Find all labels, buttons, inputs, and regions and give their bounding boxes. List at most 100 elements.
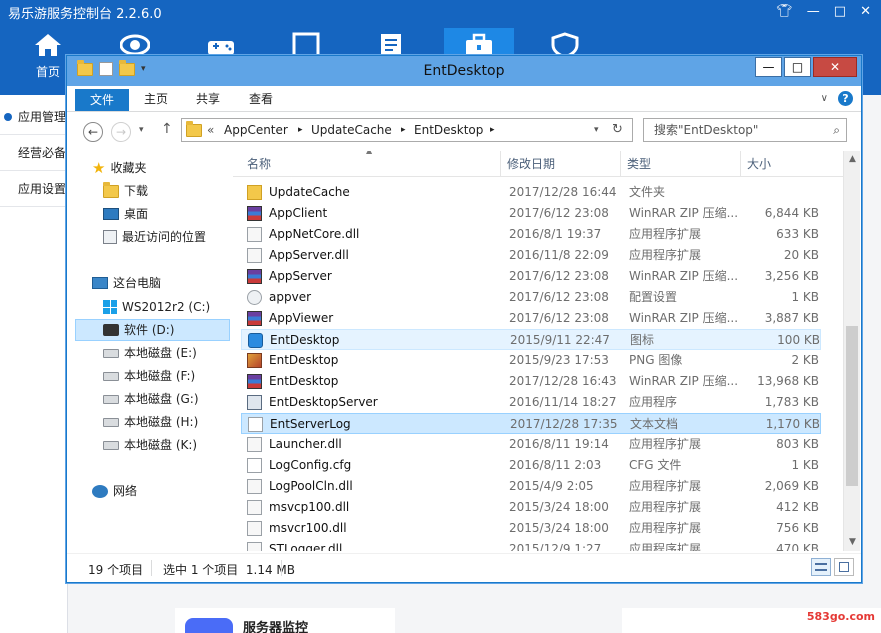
network-icon: [92, 484, 108, 498]
scroll-down-icon[interactable]: ▼: [844, 534, 861, 551]
file-date: 2017/6/12 23:08: [509, 311, 609, 325]
home-icon: [35, 34, 61, 56]
close-icon[interactable]: ✕: [860, 4, 871, 19]
nav-drive-e[interactable]: 本地磁盘 (E:): [103, 342, 197, 364]
file-row[interactable]: EntDesktop 2017/12/28 16:43 WinRAR ZIP 压缩.…: [241, 371, 821, 392]
dll-file-icon: [247, 227, 262, 242]
maximize-button[interactable]: □: [784, 57, 811, 77]
nav-label: 本地磁盘 (F:): [124, 369, 196, 383]
sidebar-item-app-settings[interactable]: 应用设置: [0, 171, 68, 207]
shirt-icon[interactable]: 👕︎: [776, 4, 793, 19]
arrow-up-icon: ↑: [161, 121, 173, 137]
file-row[interactable]: AppServer.dll 2016/11/8 22:09 应用程序扩展 20 KB: [241, 245, 821, 266]
nav-downloads[interactable]: 下载: [103, 180, 148, 202]
file-row[interactable]: appver 2017/6/12 23:08 配置设置 1 KB: [241, 287, 821, 308]
file-name: EntDesktop: [270, 333, 340, 347]
nav-recent[interactable]: 最近访问的位置: [103, 226, 206, 248]
tab-view[interactable]: 查看: [249, 88, 273, 110]
title-bar[interactable]: ▾ EntDesktop — □ ✕: [67, 56, 861, 86]
file-row[interactable]: AppViewer 2017/6/12 23:08 WinRAR ZIP 压缩...…: [241, 308, 821, 329]
nav-drive-h[interactable]: 本地磁盘 (H:): [103, 411, 198, 433]
column-type[interactable]: 类型: [621, 151, 741, 177]
chevron-right-icon[interactable]: ▸: [490, 125, 495, 135]
nav-drive-f[interactable]: 本地磁盘 (F:): [103, 365, 195, 387]
nav-label: 这台电脑: [113, 276, 162, 290]
nav-drive-k[interactable]: 本地磁盘 (K:): [103, 434, 197, 456]
file-row[interactable]: AppServer 2017/6/12 23:08 WinRAR ZIP 压缩...…: [241, 266, 821, 287]
file-name: msvcr100.dll: [269, 521, 347, 535]
column-label: 修改日期: [507, 157, 556, 171]
minimize-icon[interactable]: —: [807, 4, 820, 19]
file-row[interactable]: Launcher.dll 2016/8/11 19:14 应用程序扩展 803 KB: [241, 434, 821, 455]
chevron-down-icon[interactable]: ▾: [594, 125, 599, 135]
chevron-right-icon[interactable]: ▸: [401, 125, 406, 135]
breadcrumb-updatecache[interactable]: UpdateCache: [311, 123, 392, 137]
file-row[interactable]: STLogger.dll 2015/12/9 1:27 应用程序扩展 470 KB: [241, 539, 821, 551]
file-row[interactable]: UpdateCache 2017/12/28 16:44 文件夹: [241, 182, 821, 203]
scrollbar-thumb[interactable]: [846, 326, 858, 486]
search-input[interactable]: 搜索"EntDesktop" ⌕: [643, 118, 847, 142]
file-row[interactable]: EntDesktopServer 2016/11/14 18:27 应用程序 1,78…: [241, 392, 821, 413]
up-button[interactable]: ↑: [161, 121, 173, 137]
ribbon-right: ∨ ?: [821, 91, 853, 106]
file-row[interactable]: EntServerLog 2017/12/28 17:35 文本文档 1,170 KB: [241, 413, 821, 434]
tab-home[interactable]: 主页: [144, 88, 168, 110]
file-size: 3,256 KB: [764, 269, 819, 283]
recent-locations-icon[interactable]: ▾: [139, 125, 144, 135]
nav-label: 软件 (D:): [124, 323, 175, 337]
download-folder-icon: [103, 181, 119, 198]
address-bar[interactable]: « AppCenter ▸ UpdateCache ▸ EntDesktop ▸…: [181, 118, 633, 142]
large-icons-view-button[interactable]: [834, 558, 854, 576]
file-row[interactable]: LogConfig.cfg 2016/8/11 2:03 CFG 文件 1 KB: [241, 455, 821, 476]
file-row[interactable]: LogPoolCln.dll 2015/4/9 2:05 应用程序扩展 2,069 K…: [241, 476, 821, 497]
sort-ascending-icon: ▲: [366, 151, 372, 155]
minimize-button[interactable]: —: [755, 57, 782, 77]
breadcrumb-entdesktop[interactable]: EntDesktop: [414, 123, 483, 137]
recent-places-icon: [103, 230, 117, 244]
sidebar-item-business[interactable]: 经营必备: [0, 135, 68, 171]
breadcrumb-overflow[interactable]: «: [207, 123, 214, 137]
help-icon[interactable]: ?: [838, 91, 853, 106]
vertical-scrollbar[interactable]: ▲ ▼: [843, 151, 860, 551]
file-row[interactable]: AppClient 2017/6/12 23:08 WinRAR ZIP 压缩...…: [241, 203, 821, 224]
file-row[interactable]: EntDesktop 2015/9/11 22:47 图标 100 KB: [241, 329, 821, 350]
file-row[interactable]: AppNetCore.dll 2016/8/1 19:37 应用程序扩展 633 KB: [241, 224, 821, 245]
nav-favorites[interactable]: ★ 收藏夹: [92, 157, 146, 179]
dll-file-icon: [247, 248, 262, 263]
nav-drive-c[interactable]: WS2012r2 (C:): [103, 296, 210, 318]
nav-drive-d[interactable]: 软件 (D:): [75, 319, 230, 341]
nav-this-pc[interactable]: 这台电脑: [92, 272, 161, 294]
server-monitor-icon: [185, 618, 233, 633]
file-size: 470 KB: [776, 542, 819, 551]
nav-network[interactable]: 网络: [92, 480, 137, 502]
file-date: 2015/9/11 22:47: [510, 333, 610, 347]
file-date: 2015/9/23 17:53: [509, 353, 609, 367]
nav-desktop[interactable]: 桌面: [103, 203, 148, 225]
close-icon: ✕: [829, 60, 841, 74]
file-type: 文件夹: [629, 185, 666, 199]
file-row[interactable]: msvcr100.dll 2015/3/24 18:00 应用程序扩展 756 KB: [241, 518, 821, 539]
column-date[interactable]: 修改日期: [501, 151, 621, 177]
details-view-button[interactable]: [811, 558, 831, 576]
close-button[interactable]: ✕: [813, 57, 857, 77]
maximize-icon[interactable]: □: [834, 4, 846, 19]
chevron-right-icon[interactable]: ▸: [298, 125, 303, 135]
tab-share[interactable]: 共享: [196, 88, 220, 110]
column-size[interactable]: 大小: [741, 151, 821, 177]
rar-file-icon: [247, 311, 262, 326]
sidebar-item-app-management[interactable]: 应用管理: [0, 99, 68, 135]
file-date: 2016/11/14 18:27: [509, 395, 617, 409]
scroll-up-icon[interactable]: ▲: [844, 151, 861, 168]
refresh-icon[interactable]: ↻: [612, 122, 623, 137]
dll-file-icon: [247, 479, 262, 494]
back-button[interactable]: ←: [83, 122, 103, 142]
nav-drive-g[interactable]: 本地磁盘 (G:): [103, 388, 199, 410]
file-row[interactable]: EntDesktop 2015/9/23 17:53 PNG 图像 2 KB: [241, 350, 821, 371]
breadcrumb-appcenter[interactable]: AppCenter: [224, 123, 288, 137]
file-size: 1 KB: [791, 458, 819, 472]
file-row[interactable]: msvcp100.dll 2015/3/24 18:00 应用程序扩展 412 KB: [241, 497, 821, 518]
expand-ribbon-icon[interactable]: ∨: [821, 93, 828, 104]
tab-file[interactable]: 文件: [75, 89, 129, 111]
file-name: Launcher.dll: [269, 437, 342, 451]
forward-button[interactable]: →: [111, 122, 131, 142]
